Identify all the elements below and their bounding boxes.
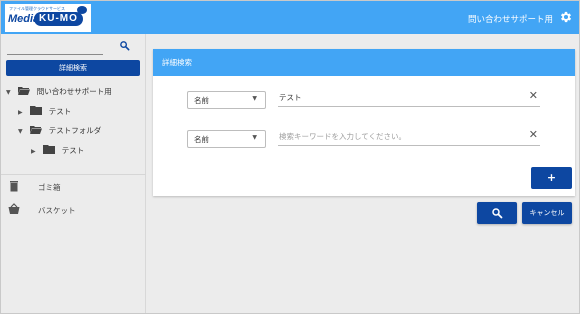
clear-icon[interactable]: ✕ — [529, 128, 538, 142]
folder-open-icon — [18, 87, 31, 95]
basket-label[interactable]: バスケット — [38, 205, 76, 216]
trash-label[interactable]: ゴミ箱 — [38, 182, 61, 193]
tree-item-test[interactable]: ▶ テスト — [18, 105, 71, 119]
tree-item-label: テスト — [61, 146, 85, 155]
logo[interactable]: ファイル管理クラウドサービス Media KU-MO — [5, 4, 91, 32]
app-window: ファイル管理クラウドサービス Media KU-MO 問い合わせサポート用 詳細… — [0, 0, 580, 314]
tree-item-support[interactable]: ▼ 問い合わせサポート用 — [6, 85, 112, 99]
cloud-icon — [77, 6, 87, 14]
trash-icon[interactable] — [8, 180, 20, 192]
advanced-search-button[interactable]: 詳細検索 — [6, 60, 140, 76]
tree-item-test-sub[interactable]: ▶ テスト — [31, 144, 84, 158]
basket-icon[interactable] — [8, 203, 20, 215]
dropdown-arrow-icon: ▼ — [252, 95, 257, 102]
caret-right-icon[interactable]: ▶ — [18, 106, 28, 120]
sidebar-search-input[interactable] — [7, 54, 103, 55]
search-icon — [492, 208, 503, 219]
sidebar: 詳細検索 ▼ 問い合わせサポート用 ▶ テスト ▼ テストフォルダ ▶ テスト … — [1, 34, 146, 313]
caret-down-icon[interactable]: ▼ — [6, 86, 16, 100]
field-select-2[interactable]: 名前 ▼ — [187, 130, 266, 148]
caret-right-icon[interactable]: ▶ — [31, 145, 41, 159]
cancel-button[interactable]: キャンセル — [522, 202, 572, 224]
keyword-input-1[interactable]: テスト ✕ — [278, 89, 540, 107]
sidebar-divider — [1, 174, 146, 175]
keyword-input-value: テスト — [279, 93, 302, 102]
field-select-1[interactable]: 名前 ▼ — [187, 91, 266, 109]
search-button[interactable] — [477, 202, 517, 224]
folder-icon — [43, 145, 56, 154]
tree-item-label: テスト — [48, 107, 72, 116]
add-condition-button[interactable]: + — [531, 167, 572, 189]
search-icon[interactable] — [119, 40, 130, 51]
header-title[interactable]: 問い合わせサポート用 — [468, 13, 553, 25]
tree-item-label: テストフォルダ — [48, 126, 102, 135]
dropdown-arrow-icon: ▼ — [252, 134, 257, 141]
app-header: ファイル管理クラウドサービス Media KU-MO 問い合わせサポート用 — [1, 1, 579, 34]
logo-kumo-text: KU-MO — [34, 12, 83, 26]
caret-down-icon[interactable]: ▼ — [18, 125, 28, 139]
keyword-input-2[interactable]: 検索キーワードを入力してください。 ✕ — [278, 128, 540, 146]
tree-item-test-folder[interactable]: ▼ テストフォルダ — [18, 124, 101, 138]
folder-icon — [30, 106, 43, 115]
advanced-search-panel: 詳細検索 名前 ▼ テスト ✕ 名前 ▼ 検索キーワードを入力してください。 ✕… — [153, 49, 575, 196]
keyword-input-placeholder: 検索キーワードを入力してください。 — [279, 132, 407, 141]
tree-item-label: 問い合わせサポート用 — [36, 87, 112, 96]
folder-open-icon — [30, 126, 43, 134]
panel-title: 詳細検索 — [153, 49, 575, 76]
gear-icon[interactable] — [559, 10, 573, 24]
field-select-value: 名前 — [194, 135, 209, 144]
clear-icon[interactable]: ✕ — [529, 89, 538, 103]
field-select-value: 名前 — [194, 96, 209, 105]
